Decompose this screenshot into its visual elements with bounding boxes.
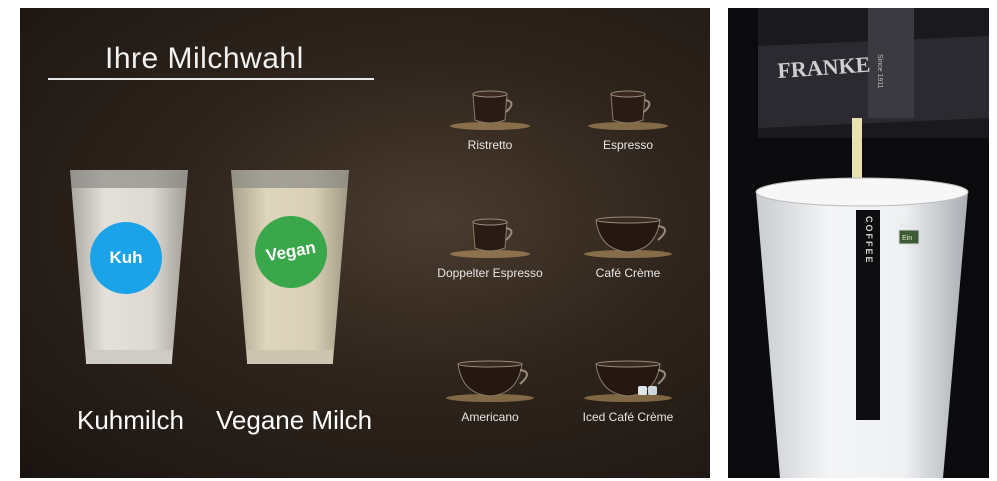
page-title: Ihre Milchwahl <box>105 42 304 75</box>
drink-iced-cafe-creme[interactable]: Iced Café Crème <box>568 352 688 424</box>
cup-text: COFFEE <box>864 216 874 265</box>
brand-small-text: Since 1911 <box>876 54 883 89</box>
cow-badge: Kuh <box>90 222 162 294</box>
machine-photo: FRANKE Since 1911 COFFEE Vegan Ein <box>728 8 989 478</box>
milk-selection-screen: Ihre Milchwahl Kuh Vegan Kuhmilch Vegane… <box>20 8 710 478</box>
cow-milk-label[interactable]: Kuhmilch <box>77 405 184 436</box>
drink-label: Ristretto <box>467 138 513 152</box>
coffee-cup-icon <box>584 216 672 258</box>
drink-label: Americano <box>461 410 519 424</box>
drink-americano[interactable]: Americano <box>430 352 550 424</box>
cow-milk-option[interactable]: Kuh <box>68 166 190 366</box>
drink-cafe-creme[interactable]: Café Crème <box>568 208 688 280</box>
drink-label: Doppelter Espresso <box>437 266 543 280</box>
espresso-cup-icon <box>588 90 668 130</box>
cup-tag-label: Vegan <box>899 223 916 229</box>
vegan-milk-option[interactable]: Vegan <box>229 166 351 366</box>
coffee-cup-icon <box>446 360 534 402</box>
coffee-cup-photo: FRANKE Since 1911 COFFEE Vegan Ein <box>728 8 989 478</box>
drink-doppelter-espresso[interactable]: Doppelter Espresso <box>430 208 550 280</box>
drink-label: Espresso <box>602 138 654 152</box>
cup-tag-value: Ein <box>902 235 912 242</box>
drink-label: Café Crème <box>595 266 661 280</box>
drink-espresso[interactable]: Espresso <box>568 80 688 152</box>
vegan-milk-label[interactable]: Vegane Milch <box>216 405 372 436</box>
espresso-cup-icon <box>450 90 530 130</box>
drink-label: Iced Café Crème <box>582 410 674 424</box>
title-divider <box>48 78 374 80</box>
espresso-cup-icon <box>450 218 530 258</box>
drink-ristretto[interactable]: Ristretto <box>430 80 550 152</box>
iced-coffee-cup-icon <box>584 360 672 402</box>
